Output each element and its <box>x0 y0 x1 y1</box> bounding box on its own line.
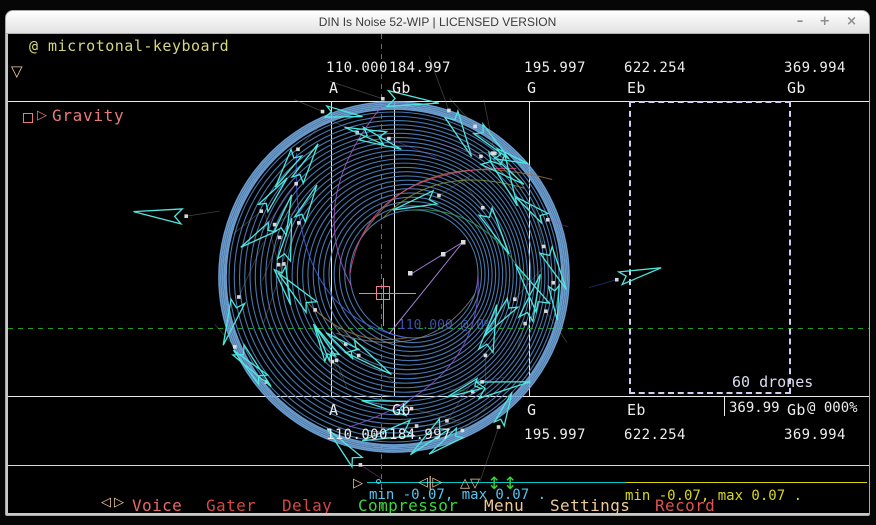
note-name-bottom-3[interactable]: Eb <box>627 401 646 419</box>
drone-arrow[interactable] <box>619 261 663 284</box>
menu-item-gater[interactable]: Gater <box>206 496 256 513</box>
menu-item-menu[interactable]: Menu <box>484 496 524 513</box>
menu-item-delay[interactable]: Delay <box>282 496 332 513</box>
main-canvas[interactable]: @ microtonal-keyboard ▽ ▷ Gravity 60 dro… <box>8 34 869 513</box>
note-name-bottom-1[interactable]: Gb <box>392 401 411 419</box>
maximize-button[interactable]: + <box>819 14 830 29</box>
note-frequency-bottom-3: 622.254 <box>624 427 686 443</box>
note-name-top-2[interactable]: G <box>527 79 536 97</box>
note-name-bottom-2[interactable]: G <box>527 401 536 419</box>
note-frequency-bottom-2: 195.997 <box>524 427 586 443</box>
voice-prev-icon[interactable]: ◁ <box>101 495 111 510</box>
note-frequency-top-1: 184.997 <box>389 60 451 76</box>
note-frequency-top-2: 195.997 <box>524 60 586 76</box>
mode-label[interactable]: @ microtonal-keyboard <box>29 37 229 55</box>
note-frequency-bottom-1: 184.997 <box>389 427 451 443</box>
note-name-bottom-0[interactable]: A <box>329 401 338 419</box>
drones-count-label: 60 drones <box>732 373 813 391</box>
drone-arrow[interactable] <box>133 205 182 224</box>
note-frequency-bottom-0: 110.000 <box>326 427 388 443</box>
gravity-cursor-square[interactable] <box>376 286 390 300</box>
voice-next-icon[interactable]: ▷ <box>114 495 124 510</box>
app-window: DIN Is Noise 52-WIP | LICENSED VERSION –… <box>5 10 870 516</box>
menu-item-voice[interactable]: Voice <box>132 496 182 513</box>
gravity-label[interactable]: Gravity <box>52 106 124 125</box>
note-frequency-top-0: 110.000 <box>326 60 388 76</box>
gravity-square-icon[interactable] <box>23 113 33 123</box>
menu-item-compressor[interactable]: Compressor <box>358 496 458 513</box>
range-handle-dot[interactable] <box>376 479 381 484</box>
drone-arrow[interactable] <box>508 260 549 312</box>
note-name-bottom-4[interactable]: Gb <box>787 401 806 419</box>
gravity-triangle-icon[interactable]: ▷ <box>37 108 47 123</box>
menu-item-record[interactable]: Record <box>655 496 715 513</box>
menu-item-settings[interactable]: Settings <box>550 496 630 513</box>
titlebar[interactable]: DIN Is Noise 52-WIP | LICENSED VERSION –… <box>6 11 869 34</box>
readout-frequency: 369.99 <box>729 400 780 416</box>
readout-percent: @ 000% <box>807 400 858 416</box>
compressor-play-icon[interactable]: ▷ <box>353 476 363 491</box>
note-name-top-4[interactable]: Gb <box>787 79 806 97</box>
note-name-top-1[interactable]: Gb <box>392 79 411 97</box>
note-frequency-bottom-4: 369.994 <box>784 427 846 443</box>
note-name-top-0[interactable]: A <box>329 79 338 97</box>
close-button[interactable]: × <box>846 14 857 29</box>
window-title: DIN Is Noise 52-WIP | LICENSED VERSION <box>6 15 869 29</box>
note-frequency-top-4: 369.994 <box>784 60 846 76</box>
note-name-top-3[interactable]: Eb <box>627 79 646 97</box>
minimize-button[interactable]: – <box>797 14 804 29</box>
corner-triangle-icon[interactable]: ▽ <box>11 62 23 80</box>
note-frequency-top-3: 622.254 <box>624 60 686 76</box>
